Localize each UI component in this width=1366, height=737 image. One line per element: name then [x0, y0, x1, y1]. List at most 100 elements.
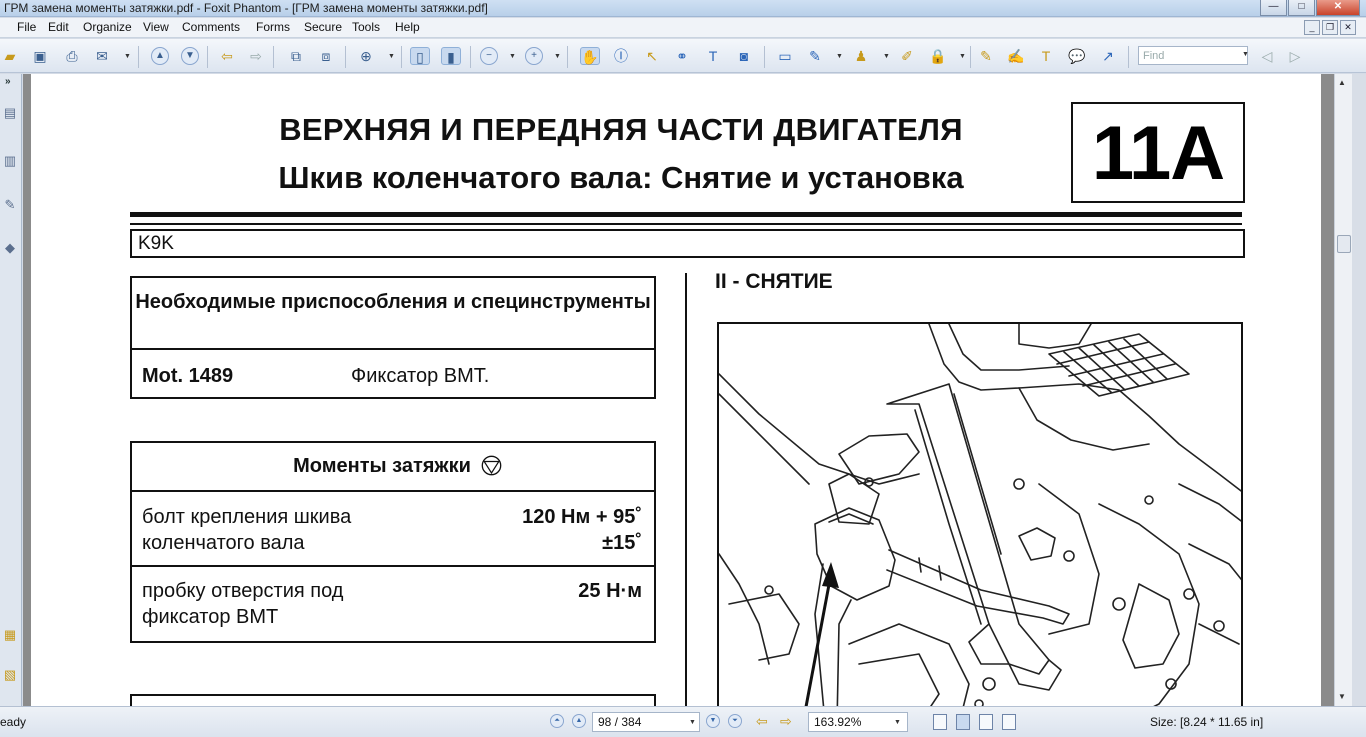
torque-table-header: Моменты затяжки [132, 443, 654, 492]
highlight-icon[interactable]: ✎ [976, 47, 996, 65]
back-arrow-icon[interactable]: ⇦ [217, 47, 237, 65]
maximize-button[interactable]: □ [1288, 0, 1315, 16]
menu-help[interactable]: Help [395, 20, 420, 34]
toolbar-separator [401, 46, 402, 68]
header-rule-thick [130, 212, 1242, 217]
toolbar-separator [345, 46, 346, 68]
menu-edit[interactable]: Edit [48, 20, 69, 34]
email-icon[interactable]: ✉ [92, 47, 112, 65]
next-page-icon[interactable]: ▼ [181, 47, 199, 65]
find-input[interactable]: Find [1138, 46, 1248, 65]
comments-panel-icon[interactable]: ▦ [2, 626, 18, 644]
status-bar: eady ⏶ ▲ 98 / 384 ▼ ▼ ⏷ ⇦ ⇨ 163.92% ▼ Si… [0, 706, 1366, 737]
page-number-field[interactable]: 98 / 384 [592, 712, 700, 732]
torque-row: болт крепления шкива коленчатого вала 12… [132, 492, 654, 567]
document-viewport[interactable]: ВЕРХНЯЯ И ПЕРЕДНЯЯ ЧАСТИ ДВИГАТЕЛЯ Шкив … [23, 74, 1334, 706]
previous-page-icon[interactable]: ▲ [151, 47, 169, 65]
continuous-facing-view-icon[interactable] [1002, 714, 1016, 730]
edit-form-icon[interactable]: ✎ [805, 47, 825, 65]
attachments-panel-icon[interactable]: ▧ [2, 666, 18, 684]
textbox-icon[interactable]: T [1036, 47, 1056, 65]
scroll-thumb[interactable] [1337, 235, 1351, 253]
open-icon[interactable]: ▰ [0, 47, 20, 65]
zoom-in-icon[interactable]: + [525, 47, 543, 65]
torque-value-line2: ±15˚ [602, 532, 642, 554]
navigation-panel: » ▤ ▥ ✎ ◆ ▦ ▧ [0, 74, 22, 706]
zoom-dropdown-icon[interactable]: ▼ [388, 53, 395, 60]
toolbar-separator [567, 46, 568, 68]
next-view-icon[interactable]: ⇨ [780, 713, 792, 730]
print-icon[interactable]: ⎙ [62, 47, 82, 65]
insert-pages-icon[interactable]: ⧈ [316, 47, 336, 65]
menu-comments[interactable]: Comments [182, 20, 240, 34]
form-dropdown-icon[interactable]: ▼ [836, 53, 843, 60]
close-button[interactable]: ✕ [1316, 0, 1360, 16]
signatures-panel-icon[interactable]: ✎ [2, 196, 18, 214]
forward-arrow-icon[interactable]: ⇨ [246, 47, 266, 65]
minimize-button[interactable]: — [1260, 0, 1287, 16]
zoom-out-dropdown-icon[interactable]: ▼ [509, 53, 516, 60]
menu-view[interactable]: View [143, 20, 169, 34]
toolbar-separator [207, 46, 208, 68]
last-page-icon[interactable]: ⏷ [728, 714, 742, 728]
next-page-status-icon[interactable]: ▼ [706, 714, 720, 728]
select-arrow-icon[interactable]: ↖ [642, 47, 662, 65]
single-page-view-icon[interactable] [933, 714, 947, 730]
page-size-readout: Size: [8.24 * 11.65 in] [1150, 715, 1264, 729]
doc-restore-button[interactable]: ❐ [1322, 20, 1338, 35]
zoom-level-field[interactable]: 163.92% [808, 712, 908, 732]
menu-file[interactable]: File [17, 20, 36, 34]
facing-view-icon[interactable] [979, 714, 993, 730]
layers-panel-icon[interactable]: ◆ [2, 239, 18, 257]
security-dropdown-icon[interactable]: ▼ [959, 53, 966, 60]
vertical-scrollbar[interactable]: ▲ ▼ [1334, 74, 1352, 706]
email-dropdown-icon[interactable]: ▼ [124, 53, 131, 60]
scroll-down-icon[interactable]: ▼ [1338, 692, 1346, 701]
continuous-view-icon[interactable] [956, 714, 970, 730]
note-edit-icon[interactable]: ✍ [1006, 47, 1026, 65]
find-next-icon[interactable]: ▷ [1285, 47, 1305, 65]
comment-icon[interactable]: 💬 [1067, 47, 1087, 65]
zoom-in-dropdown-icon[interactable]: ▼ [554, 53, 561, 60]
save-icon[interactable]: ▣ [30, 47, 50, 65]
title-bar: ГРМ замена моменты затяжки.pdf - Foxit P… [0, 0, 1366, 17]
select-text-icon[interactable]: Ⓘ [611, 47, 631, 65]
lock-icon[interactable]: 🔒 [928, 47, 948, 65]
zoom-out-icon[interactable]: − [480, 47, 498, 65]
pointer-arrow [804, 562, 839, 706]
previous-view-icon[interactable]: ⇦ [756, 713, 768, 730]
arrow-annotation-icon[interactable]: ↗ [1098, 47, 1118, 65]
menu-organize[interactable]: Organize [83, 20, 132, 34]
stamp-dropdown-icon[interactable]: ▼ [883, 53, 890, 60]
menu-forms[interactable]: Forms [256, 20, 290, 34]
pages-panel-icon[interactable]: ▤ [2, 104, 18, 122]
zoom-level-dropdown-icon[interactable]: ▼ [894, 719, 901, 726]
menu-tools[interactable]: Tools [352, 20, 380, 34]
form-field-icon[interactable]: ▭ [775, 47, 795, 65]
engine-code-box: K9K [130, 229, 1245, 258]
engine-illustration [717, 322, 1243, 706]
expand-panel-icon[interactable]: » [5, 76, 11, 87]
typewriter-icon[interactable]: T [703, 47, 723, 65]
binoculars-icon[interactable]: ⚭ [672, 47, 692, 65]
extract-pages-icon[interactable]: ⧉ [286, 47, 306, 65]
snapshot-icon[interactable]: ◙ [734, 47, 754, 65]
sign-pen-icon[interactable]: ✐ [897, 47, 917, 65]
find-previous-icon[interactable]: ◁ [1257, 47, 1277, 65]
doc-close-button[interactable]: ✕ [1340, 20, 1356, 35]
fit-width-icon[interactable]: ▮ [441, 47, 461, 65]
bookmarks-panel-icon[interactable]: ▥ [2, 152, 18, 170]
find-dropdown-icon[interactable]: ▼ [1242, 51, 1249, 58]
stamp-icon[interactable]: ♟ [851, 47, 871, 65]
menu-secure[interactable]: Secure [304, 20, 342, 34]
document-title: ВЕРХНЯЯ И ПЕРЕДНЯЯ ЧАСТИ ДВИГАТЕЛЯ [279, 112, 963, 147]
first-page-icon[interactable]: ⏶ [550, 714, 564, 728]
zoom-icon[interactable]: ⊕ [356, 47, 376, 65]
previous-page-status-icon[interactable]: ▲ [572, 714, 586, 728]
fit-page-icon[interactable]: ▯ [410, 47, 430, 65]
section-code: 11A [1091, 111, 1225, 196]
doc-minimize-button[interactable]: _ [1304, 20, 1320, 35]
hand-tool-icon[interactable]: ✋ [580, 47, 600, 65]
scroll-up-icon[interactable]: ▲ [1338, 78, 1346, 87]
page-dropdown-icon[interactable]: ▼ [689, 719, 696, 726]
